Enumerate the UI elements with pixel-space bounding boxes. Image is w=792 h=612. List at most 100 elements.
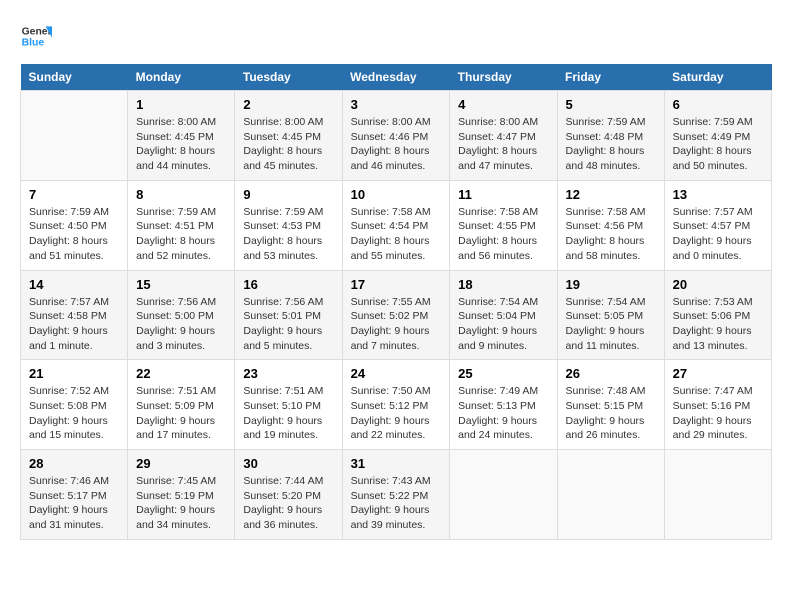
calendar-cell: 2Sunrise: 8:00 AM Sunset: 4:45 PM Daylig…	[235, 91, 342, 181]
calendar-cell: 7Sunrise: 7:59 AM Sunset: 4:50 PM Daylig…	[21, 180, 128, 270]
cell-content: Sunrise: 7:46 AM Sunset: 5:17 PM Dayligh…	[29, 474, 119, 533]
calendar-cell: 28 Sunrise: 7:46 AM Sunset: 5:17 PM Dayli…	[21, 450, 128, 540]
day-number: 6	[673, 97, 763, 112]
day-header-friday: Friday	[557, 64, 664, 91]
cell-content: Sunrise: 7:51 AM Sunset: 5:10 PM Dayligh…	[243, 384, 333, 443]
day-number: 22	[136, 366, 226, 381]
week-row-4: 21 Sunrise: 7:52 AM Sunset: 5:08 PM Dayli…	[21, 360, 772, 450]
calendar-cell: 12 Sunrise: 7:58 AM Sunset: 4:56 PM Dayli…	[557, 180, 664, 270]
day-header-wednesday: Wednesday	[342, 64, 450, 91]
day-header-tuesday: Tuesday	[235, 64, 342, 91]
week-row-1: 1 Sunrise: 8:00 AM Sunset: 4:45 PM Daylig…	[21, 91, 772, 181]
calendar-cell	[21, 91, 128, 181]
calendar-cell: 15 Sunrise: 7:56 AM Sunset: 5:00 PM Dayli…	[128, 270, 235, 360]
week-row-5: 28 Sunrise: 7:46 AM Sunset: 5:17 PM Dayli…	[21, 450, 772, 540]
day-header-sunday: Sunday	[21, 64, 128, 91]
day-number: 16	[243, 277, 333, 292]
calendar-cell	[557, 450, 664, 540]
logo: General Blue	[20, 20, 52, 52]
days-header-row: SundayMondayTuesdayWednesdayThursdayFrid…	[21, 64, 772, 91]
cell-content: Sunrise: 7:57 AM Sunset: 4:58 PM Dayligh…	[29, 295, 119, 354]
calendar-cell: 9Sunrise: 7:59 AM Sunset: 4:53 PM Daylig…	[235, 180, 342, 270]
day-number: 9	[243, 187, 333, 202]
cell-content: Sunrise: 7:48 AM Sunset: 5:15 PM Dayligh…	[566, 384, 656, 443]
calendar-cell: 23 Sunrise: 7:51 AM Sunset: 5:10 PM Dayli…	[235, 360, 342, 450]
calendar-cell: 6 Sunrise: 7:59 AM Sunset: 4:49 PM Daylig…	[664, 91, 771, 181]
cell-content: Sunrise: 7:47 AM Sunset: 5:16 PM Dayligh…	[673, 384, 763, 443]
day-number: 7	[29, 187, 119, 202]
cell-content: Sunrise: 7:43 AM Sunset: 5:22 PM Dayligh…	[351, 474, 442, 533]
day-number: 27	[673, 366, 763, 381]
cell-content: Sunrise: 8:00 AM Sunset: 4:47 PM Dayligh…	[458, 115, 548, 174]
calendar-cell: 19 Sunrise: 7:54 AM Sunset: 5:05 PM Dayli…	[557, 270, 664, 360]
calendar-cell: 11 Sunrise: 7:58 AM Sunset: 4:55 PM Dayli…	[450, 180, 557, 270]
day-number: 14	[29, 277, 119, 292]
cell-content: Sunrise: 7:56 AM Sunset: 5:00 PM Dayligh…	[136, 295, 226, 354]
calendar-cell: 24 Sunrise: 7:50 AM Sunset: 5:12 PM Dayli…	[342, 360, 450, 450]
cell-content: Sunrise: 7:45 AM Sunset: 5:19 PM Dayligh…	[136, 474, 226, 533]
cell-content: Sunrise: 7:59 AM Sunset: 4:49 PM Dayligh…	[673, 115, 763, 174]
calendar-cell: 31 Sunrise: 7:43 AM Sunset: 5:22 PM Dayli…	[342, 450, 450, 540]
day-number: 29	[136, 456, 226, 471]
cell-content: Sunrise: 7:49 AM Sunset: 5:13 PM Dayligh…	[458, 384, 548, 443]
day-number: 15	[136, 277, 226, 292]
calendar-cell	[450, 450, 557, 540]
day-number: 21	[29, 366, 119, 381]
calendar-cell: 8 Sunrise: 7:59 AM Sunset: 4:51 PM Daylig…	[128, 180, 235, 270]
day-number: 20	[673, 277, 763, 292]
cell-content: Sunrise: 7:58 AM Sunset: 4:54 PM Dayligh…	[351, 205, 442, 264]
cell-content: Sunrise: 7:44 AM Sunset: 5:20 PM Dayligh…	[243, 474, 333, 533]
calendar-cell: 18 Sunrise: 7:54 AM Sunset: 5:04 PM Dayli…	[450, 270, 557, 360]
day-header-saturday: Saturday	[664, 64, 771, 91]
calendar-cell: 10 Sunrise: 7:58 AM Sunset: 4:54 PM Dayli…	[342, 180, 450, 270]
day-number: 12	[566, 187, 656, 202]
calendar-cell: 30 Sunrise: 7:44 AM Sunset: 5:20 PM Dayli…	[235, 450, 342, 540]
calendar-cell: 4 Sunrise: 8:00 AM Sunset: 4:47 PM Daylig…	[450, 91, 557, 181]
calendar-cell: 16 Sunrise: 7:56 AM Sunset: 5:01 PM Dayli…	[235, 270, 342, 360]
day-number: 19	[566, 277, 656, 292]
day-number: 3	[351, 97, 442, 112]
cell-content: Sunrise: 7:58 AM Sunset: 4:56 PM Dayligh…	[566, 205, 656, 264]
day-number: 5	[566, 97, 656, 112]
day-number: 8	[136, 187, 226, 202]
day-number: 25	[458, 366, 548, 381]
calendar-cell: 5 Sunrise: 7:59 AM Sunset: 4:48 PM Daylig…	[557, 91, 664, 181]
cell-content: Sunrise: 7:52 AM Sunset: 5:08 PM Dayligh…	[29, 384, 119, 443]
cell-content: Sunrise: 7:59 AM Sunset: 4:51 PM Dayligh…	[136, 205, 226, 264]
day-number: 26	[566, 366, 656, 381]
cell-content: Sunrise: 8:00 AM Sunset: 4:45 PM Dayligh…	[136, 115, 226, 174]
day-number: 28	[29, 456, 119, 471]
cell-content: Sunrise: 7:56 AM Sunset: 5:01 PM Dayligh…	[243, 295, 333, 354]
calendar-cell: 26 Sunrise: 7:48 AM Sunset: 5:15 PM Dayli…	[557, 360, 664, 450]
cell-content: Sunrise: 7:58 AM Sunset: 4:55 PM Dayligh…	[458, 205, 548, 264]
day-number: 13	[673, 187, 763, 202]
week-row-3: 14 Sunrise: 7:57 AM Sunset: 4:58 PM Dayli…	[21, 270, 772, 360]
day-number: 2	[243, 97, 333, 112]
svg-text:Blue: Blue	[22, 38, 45, 49]
calendar-cell: 20Sunrise: 7:53 AM Sunset: 5:06 PM Dayli…	[664, 270, 771, 360]
day-number: 23	[243, 366, 333, 381]
calendar-cell: 17Sunrise: 7:55 AM Sunset: 5:02 PM Dayli…	[342, 270, 450, 360]
day-header-thursday: Thursday	[450, 64, 557, 91]
cell-content: Sunrise: 7:59 AM Sunset: 4:48 PM Dayligh…	[566, 115, 656, 174]
day-number: 31	[351, 456, 442, 471]
day-number: 24	[351, 366, 442, 381]
calendar-cell: 3Sunrise: 8:00 AM Sunset: 4:46 PM Daylig…	[342, 91, 450, 181]
calendar-cell	[664, 450, 771, 540]
calendar-cell: 21 Sunrise: 7:52 AM Sunset: 5:08 PM Dayli…	[21, 360, 128, 450]
cell-content: Sunrise: 7:54 AM Sunset: 5:04 PM Dayligh…	[458, 295, 548, 354]
logo-icon: General Blue	[20, 20, 52, 52]
cell-content: Sunrise: 7:54 AM Sunset: 5:05 PM Dayligh…	[566, 295, 656, 354]
day-number: 30	[243, 456, 333, 471]
day-number: 18	[458, 277, 548, 292]
week-row-2: 7Sunrise: 7:59 AM Sunset: 4:50 PM Daylig…	[21, 180, 772, 270]
day-number: 1	[136, 97, 226, 112]
calendar-cell: 14 Sunrise: 7:57 AM Sunset: 4:58 PM Dayli…	[21, 270, 128, 360]
calendar-cell: 25 Sunrise: 7:49 AM Sunset: 5:13 PM Dayli…	[450, 360, 557, 450]
calendar-cell: 29 Sunrise: 7:45 AM Sunset: 5:19 PM Dayli…	[128, 450, 235, 540]
day-number: 17	[351, 277, 442, 292]
day-number: 4	[458, 97, 548, 112]
cell-content: Sunrise: 7:50 AM Sunset: 5:12 PM Dayligh…	[351, 384, 442, 443]
day-number: 11	[458, 187, 548, 202]
day-number: 10	[351, 187, 442, 202]
